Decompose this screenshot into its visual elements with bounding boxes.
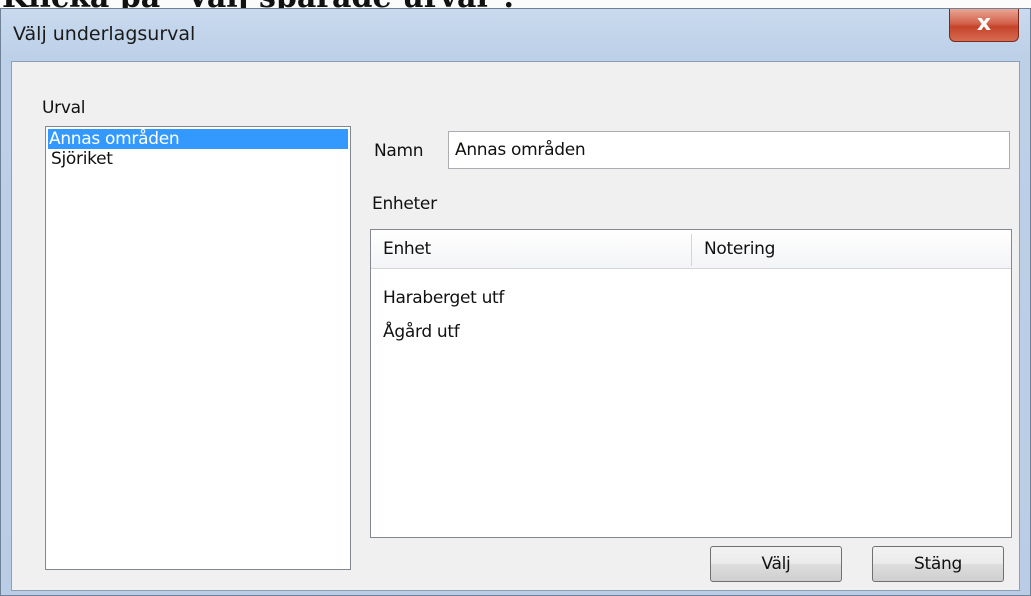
urval-item-annas-omraden[interactable]: Annas områden [48, 129, 348, 149]
dialog-content: Urval Annas områden Sjöriket Namn Annas … [11, 61, 1020, 591]
urval-item-sjoriket[interactable]: Sjöriket [48, 149, 350, 169]
column-header-notering[interactable]: Notering [692, 230, 1012, 268]
urval-label: Urval [42, 98, 86, 118]
namn-label: Namn [374, 141, 424, 161]
close-button[interactable]: x [949, 9, 1019, 42]
dialog-window: Välj underlagsurval x Urval Annas område… [0, 8, 1031, 596]
urval-list[interactable]: Annas områden Sjöriket [45, 126, 351, 570]
column-header-enhet[interactable]: Enhet [371, 230, 691, 268]
enheter-label: Enheter [372, 194, 437, 214]
window-title: Välj underlagsurval [13, 23, 196, 45]
close-icon: x [976, 11, 992, 36]
valj-button[interactable]: Välj [710, 546, 842, 582]
table-row-haraberget[interactable]: Haraberget utf [383, 288, 504, 308]
namn-input[interactable]: Annas områden [448, 131, 1010, 169]
stang-button[interactable]: Stäng [872, 546, 1004, 582]
table-header: Enhet Notering [371, 230, 1011, 269]
table-row-agard[interactable]: Ågård utf [383, 322, 460, 342]
enheter-table[interactable]: Enhet Notering Haraberget utf Ågård utf [370, 229, 1012, 538]
